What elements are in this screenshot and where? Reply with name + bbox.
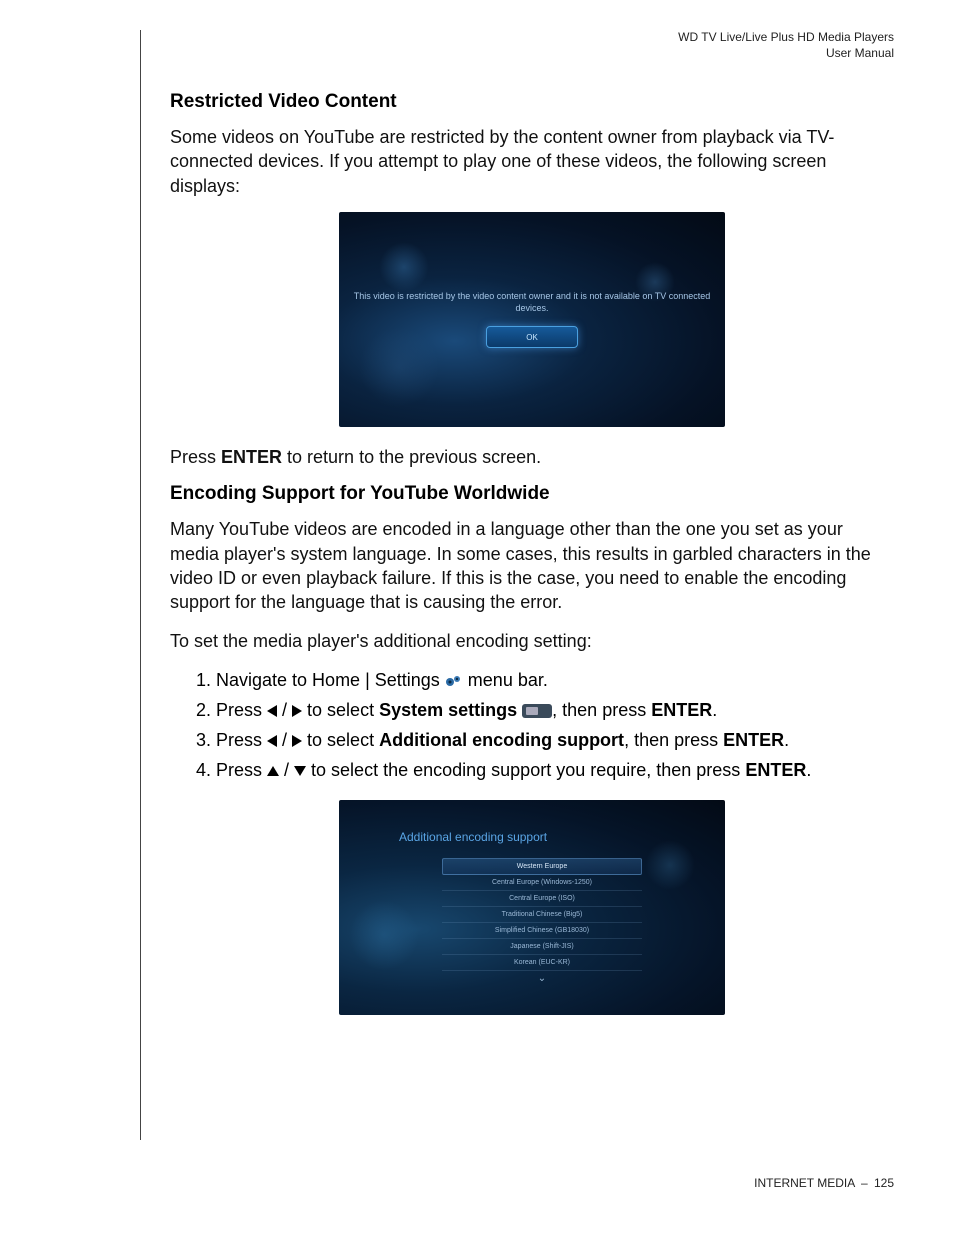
nav-down-icon xyxy=(294,766,306,776)
encoding-option-row: Simplified Chinese (GB18030) xyxy=(442,923,642,939)
para-press-enter-return: Press ENTER to return to the previous sc… xyxy=(170,445,894,469)
page-header: WD TV Live/Live Plus HD Media Players Us… xyxy=(140,30,894,61)
text-fragment: to return to the previous screen. xyxy=(282,447,541,467)
enter-key-label: ENTER xyxy=(745,760,806,780)
chevron-down-icon: ⌄ xyxy=(442,971,642,984)
header-doc-type: User Manual xyxy=(140,46,894,62)
text-fragment: to select xyxy=(302,700,379,720)
heading-restricted-video: Restricted Video Content xyxy=(170,91,894,113)
enter-key-label: ENTER xyxy=(221,447,282,467)
text-fragment: . xyxy=(784,730,789,750)
encoding-option-row: Central Europe (Windows-1250) xyxy=(442,875,642,891)
para-encoding-steps-lead: To set the media player's additional enc… xyxy=(170,629,894,653)
bokeh-circle xyxy=(359,327,439,407)
text-fragment: to select the encoding support you requi… xyxy=(306,760,745,780)
footer-page-number: 125 xyxy=(874,1176,894,1190)
additional-encoding-label: Additional encoding support xyxy=(379,730,624,750)
system-settings-label: System settings xyxy=(379,700,517,720)
dialog-message: This video is restricted by the video co… xyxy=(339,291,725,314)
nav-up-icon xyxy=(267,766,279,776)
page-content: Restricted Video Content Some videos on … xyxy=(140,91,894,1015)
encoding-options-list: Western EuropeCentral Europe (Windows-12… xyxy=(442,858,642,984)
footer-section: INTERNET MEDIA xyxy=(754,1176,854,1190)
bokeh-circle xyxy=(379,242,429,292)
step-3: Press / to select Additional encoding su… xyxy=(216,727,894,755)
encoding-option-row: Western Europe xyxy=(442,858,642,875)
settings-gears-icon xyxy=(445,669,463,683)
nav-left-icon xyxy=(267,735,277,747)
screenshot-restricted-dialog: This video is restricted by the video co… xyxy=(339,212,725,427)
dialog-ok-button: OK xyxy=(486,326,578,348)
header-product-line: WD TV Live/Live Plus HD Media Players xyxy=(140,30,894,46)
encoding-option-row: Central Europe (ISO) xyxy=(442,891,642,907)
nav-right-icon xyxy=(292,705,302,717)
footer-separator: – xyxy=(861,1176,868,1190)
text-fragment: Press xyxy=(216,730,267,750)
enter-key-label: ENTER xyxy=(651,700,712,720)
encoding-option-row: Traditional Chinese (Big5) xyxy=(442,907,642,923)
text-fragment: menu bar. xyxy=(463,670,548,690)
system-settings-icon xyxy=(522,704,552,718)
steps-list: Navigate to Home | Settings menu bar. Pr… xyxy=(170,667,894,785)
text-fragment: , then press xyxy=(552,700,651,720)
text-fragment: to select xyxy=(302,730,379,750)
text-fragment: Press xyxy=(216,700,267,720)
step-2: Press / to select System settings , then… xyxy=(216,697,894,725)
page-footer: INTERNET MEDIA – 125 xyxy=(754,1176,894,1190)
step-4: Press / to select the encoding support y… xyxy=(216,757,894,785)
text-fragment: Navigate to Home | Settings xyxy=(216,670,445,690)
text-fragment: , then press xyxy=(624,730,723,750)
manual-page: WD TV Live/Live Plus HD Media Players Us… xyxy=(0,0,954,1235)
text-fragment: Press xyxy=(216,760,267,780)
encoding-screen-title: Additional encoding support xyxy=(399,830,685,844)
text-fragment: Press xyxy=(170,447,221,467)
screenshot-encoding-list: Additional encoding support Western Euro… xyxy=(339,800,725,1015)
encoding-option-row: Korean (EUC-KR) xyxy=(442,955,642,971)
step-1: Navigate to Home | Settings menu bar. xyxy=(216,667,894,695)
para-encoding-intro: Many YouTube videos are encoded in a lan… xyxy=(170,517,894,614)
enter-key-label: ENTER xyxy=(723,730,784,750)
heading-encoding-support: Encoding Support for YouTube Worldwide xyxy=(170,483,894,505)
left-margin-rule xyxy=(140,30,141,1140)
text-fragment: . xyxy=(806,760,811,780)
nav-left-icon xyxy=(267,705,277,717)
encoding-option-row: Japanese (Shift-JIS) xyxy=(442,939,642,955)
bokeh-circle xyxy=(645,840,695,890)
nav-right-icon xyxy=(292,735,302,747)
bokeh-circle xyxy=(349,900,419,970)
para-restricted-intro: Some videos on YouTube are restricted by… xyxy=(170,125,894,198)
text-fragment: . xyxy=(712,700,717,720)
